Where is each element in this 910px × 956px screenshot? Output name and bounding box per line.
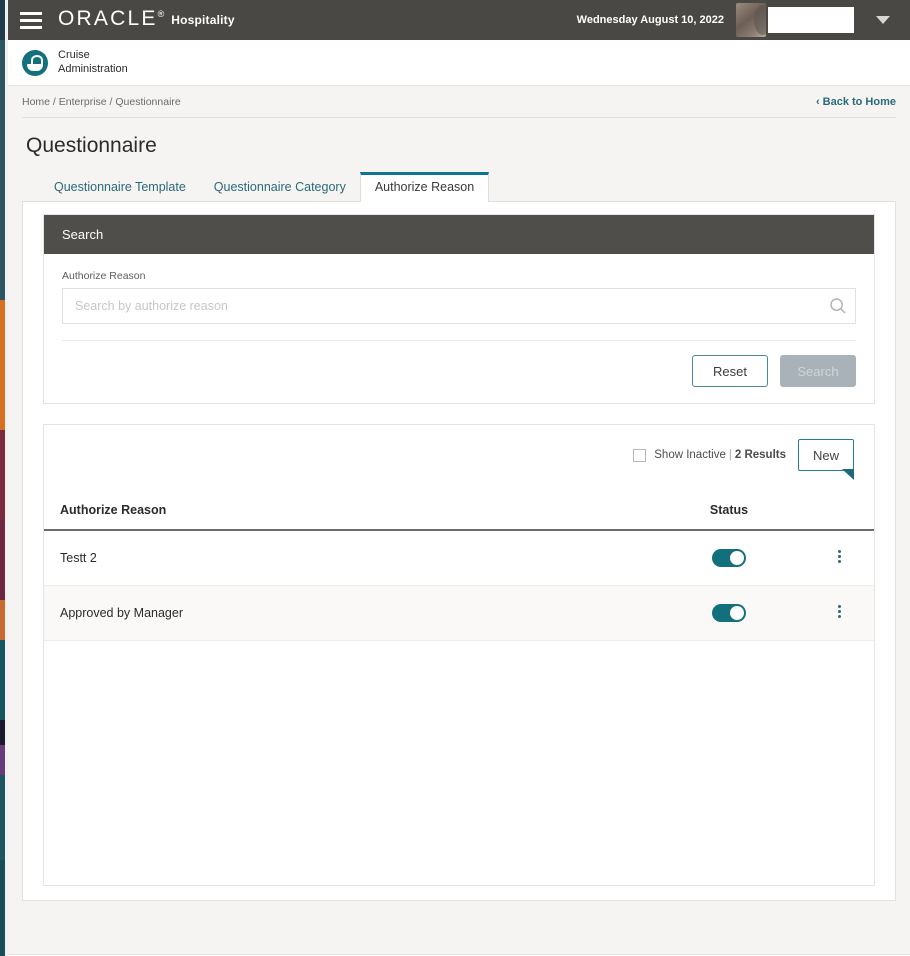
chevron-down-icon[interactable] (876, 16, 890, 24)
cruise-icon (22, 49, 48, 76)
cell-actions (804, 530, 874, 586)
reset-button[interactable]: Reset (692, 355, 768, 387)
new-button[interactable]: New (798, 439, 854, 480)
user-avatar[interactable] (736, 3, 766, 37)
hamburger-menu-icon[interactable] (20, 11, 42, 29)
main-content-card: Search Authorize Reason Search by author… (22, 201, 896, 901)
search-button[interactable]: Search (780, 355, 856, 387)
column-header-authorize-reason: Authorize Reason (44, 491, 654, 531)
page-title: Questionnaire (26, 134, 157, 157)
tab-questionnaire-template[interactable]: Questionnaire Template (40, 174, 200, 202)
breadcrumb[interactable]: Home / Enterprise / Questionnaire (22, 96, 181, 108)
back-to-home-label: Back to Home (822, 95, 896, 108)
table-header-row: Authorize Reason Status (44, 491, 874, 531)
table-row[interactable]: Testt 2 (44, 530, 874, 586)
breadcrumb-row: Home / Enterprise / Questionnaire ‹ Back … (22, 86, 896, 118)
search-panel-body: Authorize Reason Reset Search (44, 254, 874, 403)
oracle-logo-text: ORACLE (58, 7, 158, 30)
application-name: Cruise Administration (58, 49, 128, 77)
global-header: ORACLE® Hospitality Wednesday August 10,… (8, 0, 910, 40)
tab-questionnaire-category[interactable]: Questionnaire Category (200, 174, 360, 202)
magnifier-icon[interactable] (821, 289, 855, 323)
cell-status (654, 530, 804, 586)
user-name-field[interactable] (768, 7, 854, 33)
oracle-registered-mark: ® (157, 9, 165, 19)
authorize-reason-table: Authorize Reason Status Testt 2 Approved… (44, 491, 874, 641)
kebab-menu-icon[interactable] (837, 603, 841, 620)
application-window: ORACLE® Hospitality Wednesday August 10,… (8, 0, 910, 956)
cell-authorize-reason: Testt 2 (44, 530, 654, 586)
results-summary: Show Inactive | 2 Results (654, 449, 786, 461)
search-panel: Search Authorize Reason Search by author… (43, 214, 875, 404)
column-header-status: Status (654, 491, 804, 531)
status-toggle[interactable] (712, 604, 746, 622)
table-header: Authorize Reason Status (44, 491, 874, 531)
summary-separator: | (728, 449, 732, 461)
results-toolbar: Show Inactive | 2 Results New (44, 425, 874, 480)
page-content: Home / Enterprise / Questionnaire ‹ Back … (8, 86, 910, 954)
table-row[interactable]: Approved by Manager (44, 585, 874, 641)
toggle-knob (730, 606, 744, 620)
show-inactive-label: Show Inactive (654, 449, 726, 461)
tab-authorize-reason[interactable]: Authorize Reason (359, 172, 490, 202)
search-input[interactable] (63, 289, 821, 323)
results-count-label: 2 Results (734, 449, 786, 461)
search-panel-header: Search (44, 215, 874, 254)
left-edge-gap (5, 0, 8, 956)
tab-bar: Questionnaire Template Questionnaire Cat… (22, 172, 896, 202)
application-name-line2: Administration (58, 62, 128, 75)
search-input-wrapper (62, 288, 856, 324)
results-panel: Show Inactive | 2 Results New Authorize Re… (43, 424, 875, 886)
back-to-home-link[interactable]: ‹ Back to Home (816, 96, 896, 108)
chevron-left-icon: ‹ (815, 95, 820, 108)
oracle-logo: ORACLE® (58, 7, 164, 31)
cell-actions (804, 585, 874, 641)
column-header-actions (804, 491, 874, 531)
toggle-knob (730, 551, 744, 565)
status-toggle[interactable] (712, 549, 746, 567)
table-body: Testt 2 Approved by Manager (44, 530, 874, 641)
cell-authorize-reason: Approved by Manager (44, 585, 654, 641)
application-name-line1: Cruise (58, 48, 90, 61)
authorize-reason-field-label: Authorize Reason (62, 270, 146, 282)
cell-status (654, 585, 804, 641)
application-bar: Cruise Administration (8, 40, 910, 86)
kebab-menu-icon[interactable] (837, 548, 841, 565)
show-inactive-checkbox[interactable] (633, 448, 647, 462)
brand-subtitle: Hospitality (171, 13, 235, 27)
global-header-right: Wednesday August 10, 2022 (577, 0, 910, 40)
current-date-label: Wednesday August 10, 2022 (576, 14, 724, 26)
search-panel-actions: Reset Search (62, 341, 856, 403)
